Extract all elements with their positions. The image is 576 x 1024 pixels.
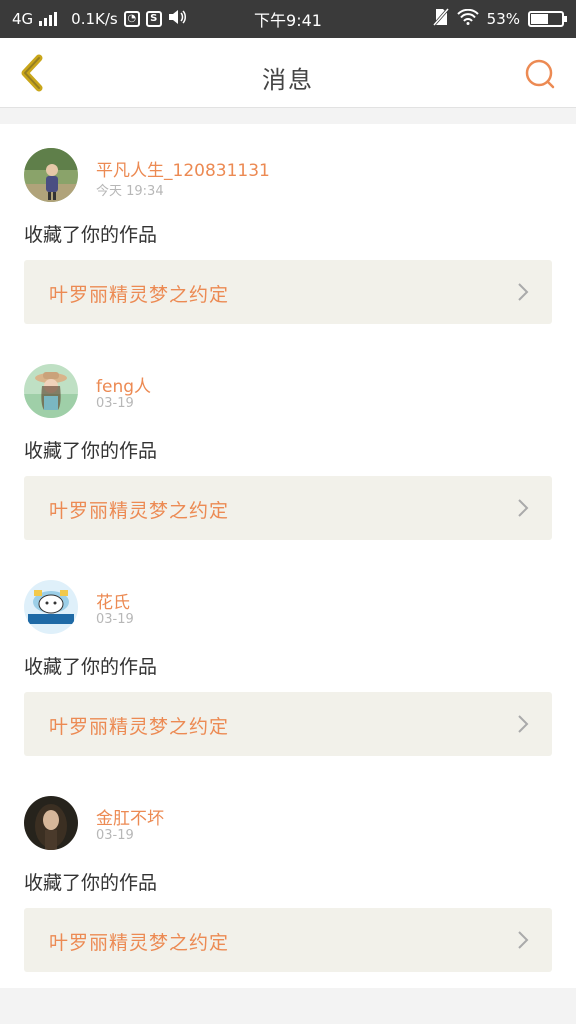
battery-icon [528, 11, 567, 27]
network-type: 4G [12, 10, 34, 28]
notification-icon: ◔ [123, 11, 140, 27]
avatar[interactable] [24, 148, 78, 202]
work-link[interactable]: 叶罗丽精灵梦之约定 [24, 476, 552, 540]
status-bar-left: 4G 0.1K/s ◔ S [12, 9, 433, 29]
user-name[interactable]: 平凡人生_120831131 [96, 156, 270, 181]
message-time: 今天 19:34 [96, 184, 164, 199]
user-name[interactable]: 花氏 [96, 588, 130, 613]
app-notification-icon: S [145, 11, 162, 27]
user-name[interactable]: 金肛不坏 [96, 804, 164, 829]
work-title: 叶罗丽精灵梦之约定 [49, 932, 230, 954]
search-button[interactable] [522, 56, 558, 92]
user-name[interactable]: feng人 [96, 372, 151, 397]
message-action: 收藏了你的作品 [24, 224, 158, 246]
work-title: 叶罗丽精灵梦之约定 [49, 500, 230, 522]
chevron-right-icon [518, 499, 529, 517]
wifi-icon [456, 8, 479, 29]
message-card: 平凡人生_120831131 今天 19:34 收藏了你的作品 叶罗丽精灵梦之约… [0, 124, 576, 340]
message-card: 金肛不坏 03-19 收藏了你的作品 叶罗丽精灵梦之约定 [0, 772, 576, 988]
message-time: 03-19 [96, 612, 134, 627]
status-bar-right: 53% [432, 8, 567, 30]
message-action: 收藏了你的作品 [24, 440, 158, 462]
nav-bar: 消息 [0, 38, 576, 108]
message-action: 收藏了你的作品 [24, 872, 158, 894]
network-speed: 0.1K/s [71, 10, 118, 28]
chevron-right-icon [518, 931, 529, 949]
avatar[interactable] [24, 364, 78, 418]
avatar[interactable] [24, 580, 78, 634]
work-link[interactable]: 叶罗丽精灵梦之约定 [24, 260, 552, 324]
work-link[interactable]: 叶罗丽精灵梦之约定 [24, 692, 552, 756]
search-icon [525, 59, 555, 89]
work-link[interactable]: 叶罗丽精灵梦之约定 [24, 908, 552, 972]
avatar[interactable] [24, 796, 78, 850]
sound-icon [168, 9, 186, 29]
message-time: 03-19 [96, 828, 134, 843]
battery-percent: 53% [486, 10, 520, 28]
message-card: feng人 03-19 收藏了你的作品 叶罗丽精灵梦之约定 [0, 340, 576, 556]
message-card: 花氏 03-19 收藏了你的作品 叶罗丽精灵梦之约定 [0, 556, 576, 772]
message-action: 收藏了你的作品 [24, 656, 158, 678]
page-title: 消息 [262, 66, 314, 94]
chevron-right-icon [518, 283, 529, 301]
work-title: 叶罗丽精灵梦之约定 [49, 716, 230, 738]
work-title: 叶罗丽精灵梦之约定 [49, 284, 230, 306]
signal-icon [39, 12, 58, 26]
message-time: 03-19 [96, 396, 134, 411]
no-sim-icon [432, 8, 449, 30]
chevron-right-icon [518, 715, 529, 733]
status-bar: 4G 0.1K/s ◔ S 下午9:41 53% [0, 0, 576, 38]
